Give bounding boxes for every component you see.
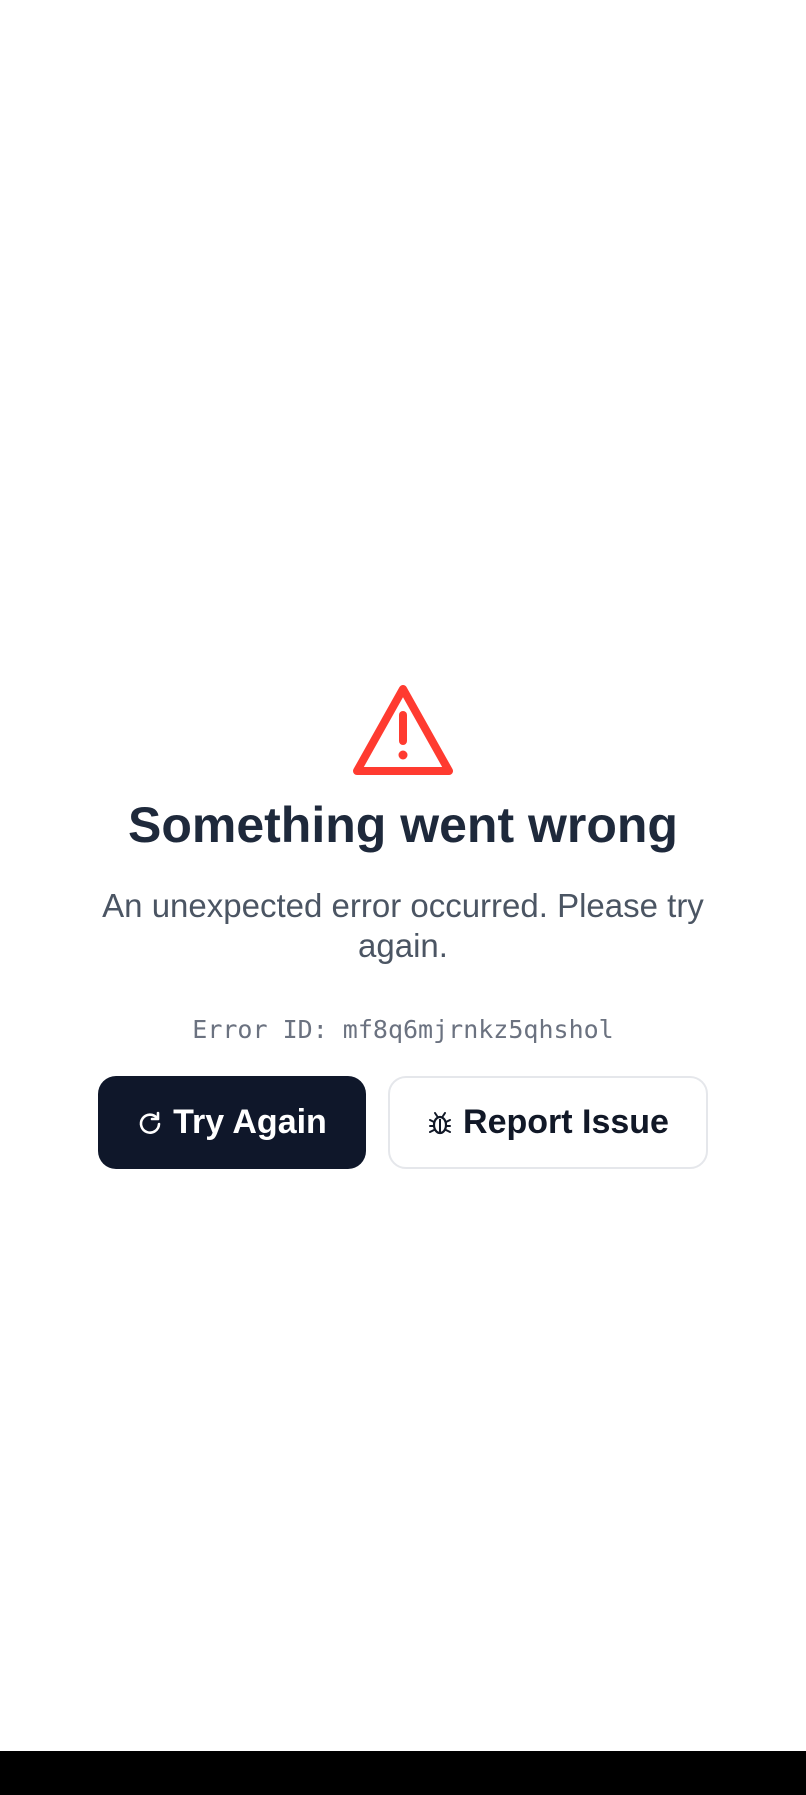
system-navigation-bar <box>0 1751 806 1795</box>
error-message: An unexpected error occurred. Please try… <box>102 887 704 964</box>
error-id: Error ID: mf8q6mjrnkz5qhshol <box>192 1015 614 1044</box>
warning-triangle-icon <box>352 683 454 778</box>
try-again-button[interactable]: Try Again <box>98 1076 366 1169</box>
error-screen: Something went wrong An unexpected error… <box>0 0 806 1751</box>
report-issue-button[interactable]: Report Issue <box>388 1076 708 1169</box>
error-title: Something went wrong <box>128 797 678 853</box>
refresh-icon <box>137 1110 163 1136</box>
try-again-label: Try Again <box>173 1103 327 1141</box>
report-issue-label: Report Issue <box>463 1103 669 1141</box>
bug-icon <box>427 1110 453 1136</box>
